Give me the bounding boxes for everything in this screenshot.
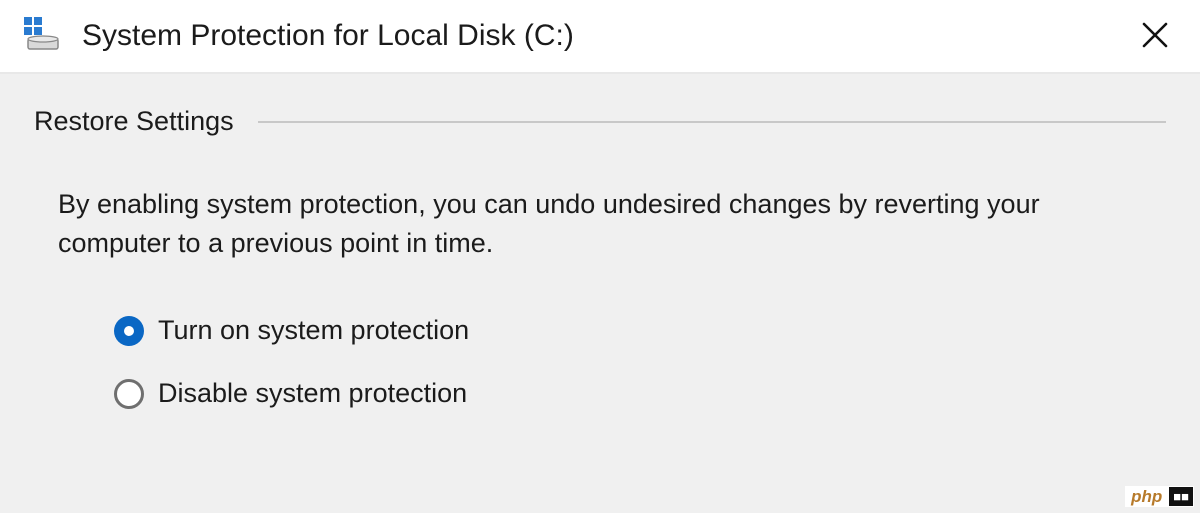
radio-label: Disable system protection xyxy=(158,378,467,409)
watermark-right: ■■ xyxy=(1168,486,1194,507)
titlebar: System Protection for Local Disk (C:) xyxy=(0,0,1200,74)
section-divider xyxy=(258,121,1166,123)
watermark-left: php xyxy=(1125,486,1168,507)
protection-radio-group: Turn on system protection Disable system… xyxy=(114,315,1166,409)
radio-label: Turn on system protection xyxy=(158,315,469,346)
section-title: Restore Settings xyxy=(34,106,258,137)
window-title: System Protection for Local Disk (C:) xyxy=(82,19,574,53)
close-icon xyxy=(1141,21,1169,54)
radio-selected-icon xyxy=(114,316,144,346)
section-description: By enabling system protection, you can u… xyxy=(58,185,1098,263)
radio-disable-protection[interactable]: Disable system protection xyxy=(114,378,1166,409)
drive-icon xyxy=(22,15,64,57)
content-area: Restore Settings By enabling system prot… xyxy=(0,74,1200,409)
radio-turn-on-protection[interactable]: Turn on system protection xyxy=(114,315,1166,346)
close-button[interactable] xyxy=(1132,14,1178,60)
radio-unselected-icon xyxy=(114,379,144,409)
section-header: Restore Settings xyxy=(34,106,1166,137)
watermark: php ■■ xyxy=(1125,483,1194,509)
